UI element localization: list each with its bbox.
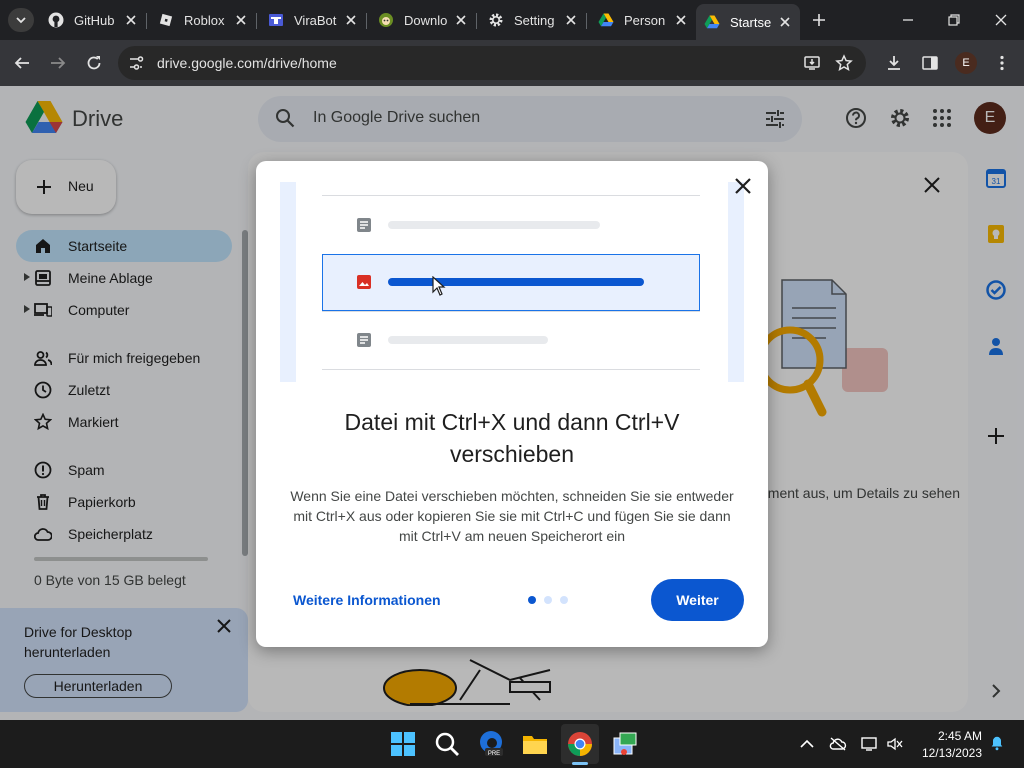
cloud-offline-icon[interactable] xyxy=(829,736,847,752)
clock-time[interactable]: 2:45 AM xyxy=(928,729,982,743)
close-icon[interactable] xyxy=(564,13,578,27)
edge-beta-icon[interactable]: PRE xyxy=(477,730,505,758)
install-app-icon[interactable] xyxy=(803,54,821,72)
doc-icon xyxy=(357,333,371,347)
tab-title: Startse xyxy=(730,14,772,30)
close-icon[interactable] xyxy=(234,13,248,27)
new-tab-icon[interactable] xyxy=(810,11,828,29)
drive-icon xyxy=(704,15,720,29)
close-icon[interactable] xyxy=(674,13,688,27)
close-icon[interactable] xyxy=(124,13,138,27)
dialog-close-icon[interactable] xyxy=(733,176,753,196)
active-app-indicator xyxy=(572,762,588,765)
dialog-title: Datei mit Ctrl+X und dann Ctrl+V verschi… xyxy=(344,409,680,467)
restore-icon[interactable] xyxy=(946,12,962,28)
illustration-divider xyxy=(322,369,700,370)
notification-bell-icon[interactable] xyxy=(988,735,1006,751)
tab-title: ViraBot xyxy=(294,12,337,28)
site-info-icon[interactable] xyxy=(126,53,146,73)
drive-icon xyxy=(598,13,614,27)
clock-date[interactable]: 12/13/2023 xyxy=(918,746,982,760)
doc-icon xyxy=(357,218,371,232)
virabot-icon xyxy=(269,14,283,26)
forward-icon[interactable] xyxy=(49,54,67,72)
close-icon[interactable] xyxy=(778,15,792,29)
tab-personal-drive[interactable]: Person xyxy=(590,4,696,36)
profile-avatar[interactable]: E xyxy=(955,52,977,74)
display-icon[interactable] xyxy=(860,736,878,752)
url-text[interactable]: drive.google.com/drive/home xyxy=(157,55,337,71)
roblox-icon xyxy=(159,13,173,27)
volume-muted-icon[interactable] xyxy=(886,736,904,752)
step-dot xyxy=(560,596,568,604)
dialog-body: Wenn Sie eine Datei verschieben möchten,… xyxy=(290,488,734,544)
gear-icon xyxy=(489,13,503,27)
chevron-down-icon xyxy=(16,17,26,24)
tab-title: Setting xyxy=(514,12,555,28)
close-icon[interactable] xyxy=(454,13,468,27)
next-button[interactable]: Weiter xyxy=(651,579,744,621)
chrome-icon[interactable] xyxy=(566,730,594,758)
bookmark-star-icon[interactable] xyxy=(835,54,853,72)
tab-title: Roblox xyxy=(184,12,225,28)
tab-search-button[interactable] xyxy=(8,8,34,32)
downloads-icon[interactable] xyxy=(885,54,903,72)
github-icon xyxy=(48,12,64,28)
image-file-icon xyxy=(357,275,371,289)
search-icon[interactable] xyxy=(433,730,461,758)
tab-title: Downlo xyxy=(404,12,448,28)
illustration-divider xyxy=(322,195,700,196)
placeholder-file-name xyxy=(388,221,600,229)
illustration-band-right xyxy=(728,182,744,382)
tab-download[interactable]: Downlo xyxy=(370,4,477,36)
svg-text:PRE: PRE xyxy=(488,751,500,757)
window-close-icon[interactable] xyxy=(993,12,1009,28)
placeholder-file-name xyxy=(388,336,548,344)
learn-more-link[interactable]: Weitere Informationen xyxy=(293,592,441,608)
illustration-divider xyxy=(322,311,700,312)
app-installer-icon[interactable] xyxy=(611,730,639,758)
tab-title: Person xyxy=(624,12,666,28)
back-icon[interactable] xyxy=(13,54,31,72)
mouse-cursor-icon xyxy=(432,276,446,296)
reload-icon[interactable] xyxy=(85,54,103,72)
step-dot-active xyxy=(528,596,536,604)
illustration-band-left xyxy=(280,182,296,382)
file-explorer-icon[interactable] xyxy=(521,730,549,758)
tab-title: GitHub xyxy=(74,12,115,28)
chevron-up-icon[interactable] xyxy=(798,736,816,752)
close-icon[interactable] xyxy=(344,13,358,27)
tab-github[interactable]: GitHub xyxy=(40,4,147,36)
tab-virabot[interactable]: ViraBot xyxy=(260,4,367,36)
tab-startseite[interactable]: Startse xyxy=(696,4,800,40)
windows-start-icon[interactable] xyxy=(389,730,417,758)
tab-roblox[interactable]: Roblox xyxy=(150,4,257,36)
side-panel-icon[interactable] xyxy=(921,54,939,72)
minimize-icon[interactable] xyxy=(900,12,916,28)
download-site-icon xyxy=(379,13,393,27)
step-dot xyxy=(544,596,552,604)
tab-settings[interactable]: Setting xyxy=(480,4,587,36)
more-menu-icon[interactable] xyxy=(993,54,1011,72)
selected-file-name-bar xyxy=(388,278,644,286)
